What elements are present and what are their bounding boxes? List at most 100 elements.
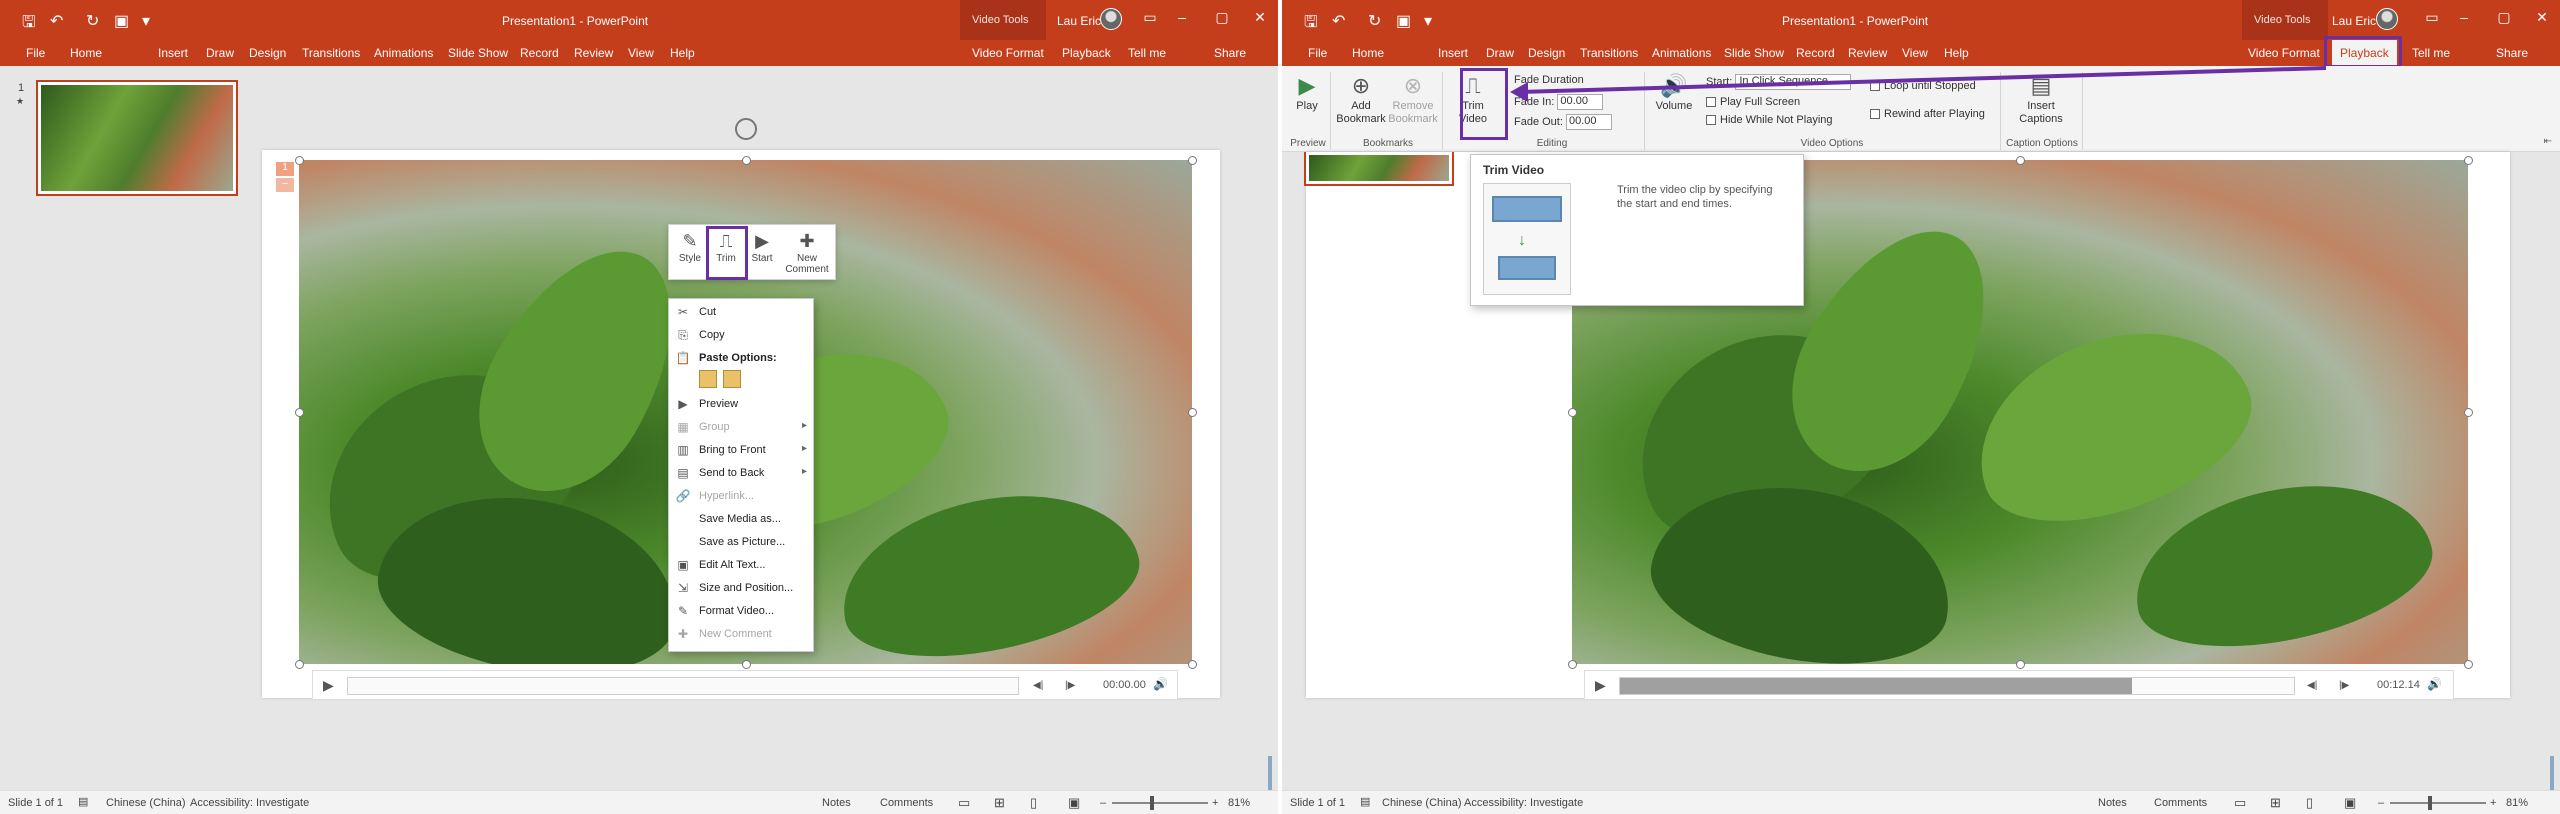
menu-item-paste-options[interactable]: 📋 Paste Options: — [669, 347, 813, 369]
resize-handle[interactable] — [1568, 660, 1577, 669]
slide-sorter-icon[interactable]: ⊞ — [994, 795, 1005, 811]
play-icon[interactable]: ▶ — [1595, 677, 1606, 694]
resize-handle[interactable] — [295, 660, 304, 669]
accessibility-indicator[interactable]: Accessibility: Investigate — [190, 797, 309, 809]
rotate-handle-icon[interactable] — [735, 118, 757, 140]
zoom-slider[interactable] — [1112, 802, 1208, 804]
maximize-icon[interactable]: ▢ — [1212, 9, 1232, 26]
slide-thumbnail[interactable] — [36, 80, 238, 196]
volume-icon[interactable]: 🔊 — [2427, 677, 2442, 691]
redo-icon[interactable]: ↻ — [86, 11, 99, 31]
resize-handle[interactable] — [1188, 408, 1197, 417]
reading-view-icon[interactable]: ▯ — [2306, 795, 2313, 811]
minimize-icon[interactable]: – — [1172, 9, 1192, 25]
zoom-level[interactable]: 81% — [2506, 797, 2528, 809]
zoom-in-icon[interactable]: + — [2490, 797, 2496, 809]
start-button[interactable]: ▶ Start — [745, 229, 779, 264]
menu-item-format-video[interactable]: ✎ Format Video... — [669, 600, 813, 622]
volume-icon[interactable]: 🔊 — [1153, 677, 1168, 691]
comments-button[interactable]: Comments — [880, 797, 933, 809]
notes-button[interactable]: Notes — [2098, 797, 2127, 809]
menu-item-cut[interactable]: ✂ Cut — [669, 301, 813, 323]
menu-item-copy[interactable]: ⎘ Copy — [669, 324, 813, 346]
zoom-slider[interactable] — [2390, 802, 2486, 804]
resize-handle[interactable] — [1188, 660, 1197, 669]
language-indicator[interactable]: Chinese (China) — [1382, 797, 1461, 809]
notes-button[interactable]: Notes — [822, 797, 851, 809]
menu-item-group[interactable]: ▦ Group ▸ — [669, 416, 813, 438]
zoom-out-icon[interactable]: – — [1100, 797, 1106, 809]
zoom-in-icon[interactable]: + — [1212, 797, 1218, 809]
progress-bar[interactable] — [1619, 677, 2295, 695]
slide-thumbnail[interactable] — [1304, 152, 1454, 186]
avatar[interactable] — [1100, 8, 1122, 30]
resize-handle[interactable] — [2464, 156, 2473, 165]
resize-handle[interactable] — [2016, 156, 2025, 165]
tab-record[interactable]: Record — [520, 46, 559, 60]
resize-handle[interactable] — [1188, 156, 1197, 165]
menu-item-preview[interactable]: ▶ Preview — [669, 393, 813, 415]
tab-slide-show[interactable]: Slide Show — [448, 46, 508, 60]
language-indicator[interactable]: Chinese (China) — [106, 797, 185, 809]
tab-review[interactable]: Review — [574, 46, 613, 60]
customize-qat-icon[interactable]: ▾ — [142, 11, 150, 31]
step-back-icon[interactable]: ◀| — [2307, 680, 2317, 691]
resize-handle[interactable] — [2464, 408, 2473, 417]
resize-handle[interactable] — [742, 660, 751, 669]
tab-animations[interactable]: Animations — [374, 46, 433, 60]
reading-view-icon[interactable]: ▯ — [1030, 795, 1037, 811]
menu-item-edit-alt-text[interactable]: ▣ Edit Alt Text... — [669, 554, 813, 576]
normal-view-icon[interactable]: ▭ — [2234, 795, 2246, 811]
tab-home[interactable]: Home — [70, 46, 102, 60]
menu-item-bring-to-front[interactable]: ▥ Bring to Front ▸ — [669, 439, 813, 461]
tab-file[interactable]: File — [26, 46, 45, 60]
tab-help[interactable]: Help — [670, 46, 695, 60]
tab-transitions[interactable]: Transitions — [302, 46, 360, 60]
slideshow-view-icon[interactable]: ▣ — [1068, 795, 1080, 811]
comments-button[interactable]: Comments — [2154, 797, 2207, 809]
save-icon[interactable]: 🖫 — [22, 11, 36, 38]
user-name[interactable]: Lau Eric — [1057, 14, 1101, 28]
tab-draw[interactable]: Draw — [206, 46, 234, 60]
menu-item-send-to-back[interactable]: ▤ Send to Back ▸ — [669, 462, 813, 484]
spell-check-icon[interactable]: ▤ — [78, 795, 88, 808]
progress-bar[interactable] — [347, 677, 1019, 695]
play-icon[interactable]: ▶ — [323, 677, 334, 694]
slideshow-view-icon[interactable]: ▣ — [2344, 795, 2356, 811]
tab-playback[interactable]: Playback — [1062, 46, 1111, 60]
share-button[interactable]: Share — [1214, 46, 1246, 60]
accessibility-indicator[interactable]: Accessibility: Investigate — [1464, 797, 1583, 809]
menu-item-hyperlink[interactable]: 🔗 Hyperlink... — [669, 485, 813, 507]
scrollbar-thumb[interactable] — [1268, 756, 1272, 790]
step-forward-icon[interactable]: |▶ — [1065, 680, 1075, 691]
paste-keep-format-icon[interactable] — [699, 370, 717, 388]
menu-item-save-media-as[interactable]: Save Media as... — [669, 508, 813, 530]
tab-video-format[interactable]: Video Format — [972, 46, 1044, 60]
resize-handle[interactable] — [2464, 660, 2473, 669]
zoom-thumb[interactable] — [1150, 796, 1154, 810]
zoom-out-icon[interactable]: – — [2378, 797, 2384, 809]
new-comment-button[interactable]: ✚ New Comment — [785, 229, 829, 275]
step-back-icon[interactable]: ◀| — [1033, 680, 1043, 691]
step-forward-icon[interactable]: |▶ — [2339, 680, 2349, 691]
resize-handle[interactable] — [1568, 408, 1577, 417]
resize-handle[interactable] — [742, 156, 751, 165]
tab-insert[interactable]: Insert — [158, 46, 188, 60]
resize-handle[interactable] — [295, 408, 304, 417]
resize-handle[interactable] — [2016, 660, 2025, 669]
spell-check-icon[interactable]: ▤ — [1360, 795, 1370, 808]
paste-picture-icon[interactable] — [723, 370, 741, 388]
menu-item-save-as-picture[interactable]: Save as Picture... — [669, 531, 813, 553]
style-button[interactable]: ✎ Style — [673, 229, 707, 264]
present-icon[interactable]: ▣ — [114, 11, 129, 31]
scrollbar-thumb[interactable] — [2550, 756, 2554, 790]
menu-item-new-comment[interactable]: ✚ New Comment — [669, 623, 813, 645]
tab-view[interactable]: View — [628, 46, 654, 60]
zoom-level[interactable]: 81% — [1228, 797, 1250, 809]
close-icon[interactable]: ✕ — [1250, 9, 1270, 26]
tell-me-box[interactable]: Tell me — [1128, 46, 1166, 60]
tab-design[interactable]: Design — [249, 46, 286, 60]
resize-handle[interactable] — [295, 156, 304, 165]
slide-sorter-icon[interactable]: ⊞ — [2270, 795, 2281, 811]
undo-icon[interactable]: ↶ — [50, 11, 63, 31]
